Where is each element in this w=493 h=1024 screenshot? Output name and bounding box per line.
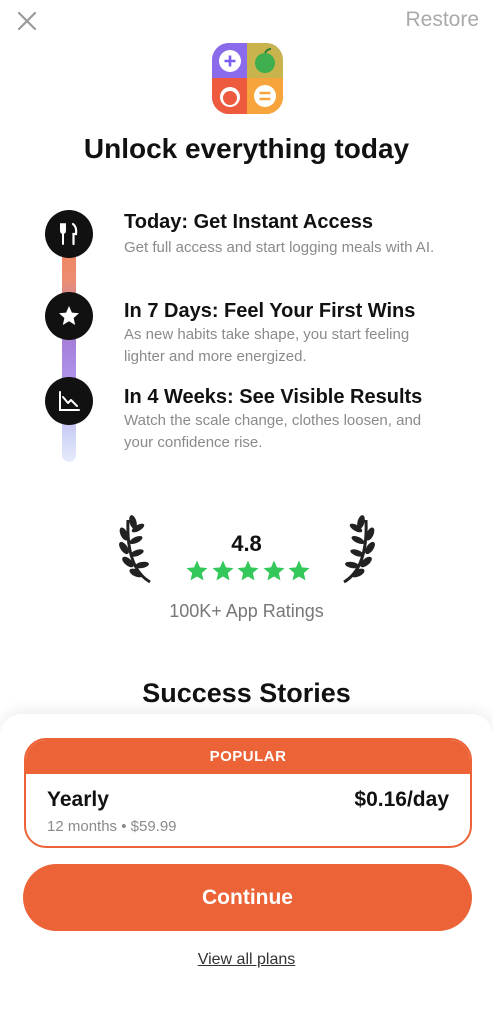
star-icon [212,560,233,581]
restore-button[interactable]: Restore [405,8,479,32]
close-button[interactable] [14,8,40,34]
success-stories-title: Success Stories [142,678,351,708]
app-icon [212,43,283,114]
star-icon [45,292,93,340]
plan-card-yearly[interactable]: POPULAR Yearly $0.16/day 12 months • $59… [24,738,472,848]
timeline-step-description: As new habits take shape, you start feel… [124,326,410,365]
timeline-step-title: Today: Get Instant Access [124,211,373,233]
plan-name: Yearly [47,788,109,811]
fork-knife-icon [45,210,93,258]
star-icon [263,560,284,581]
timeline-step-title: In 4 Weeks: See Visible Results [124,386,423,408]
close-icon [17,11,37,31]
timeline-step-title: In 7 Days: Feel Your First Wins [124,300,416,322]
continue-button[interactable]: Continue [23,864,472,931]
plan-details: 12 months • $59.99 [47,818,177,835]
timeline-step-description: Get full access and start logging meals … [124,239,435,256]
star-rating [185,559,311,585]
trend-down-icon [45,377,93,425]
rating-value: 4.8 [231,531,262,556]
timeline-track [62,240,76,462]
rating-caption: 100K+ App Ratings [169,601,324,621]
star-icon [186,560,208,581]
popular-badge: POPULAR [26,740,470,774]
star-icon [237,560,259,581]
view-all-plans-link[interactable]: View all plans [0,951,493,969]
page-title: Unlock everything today [83,133,410,164]
plan-price: $0.16/day [354,788,449,811]
star-icon [288,560,310,581]
timeline-step-description: Watch the scale change, clothes loosen, … [124,412,422,451]
